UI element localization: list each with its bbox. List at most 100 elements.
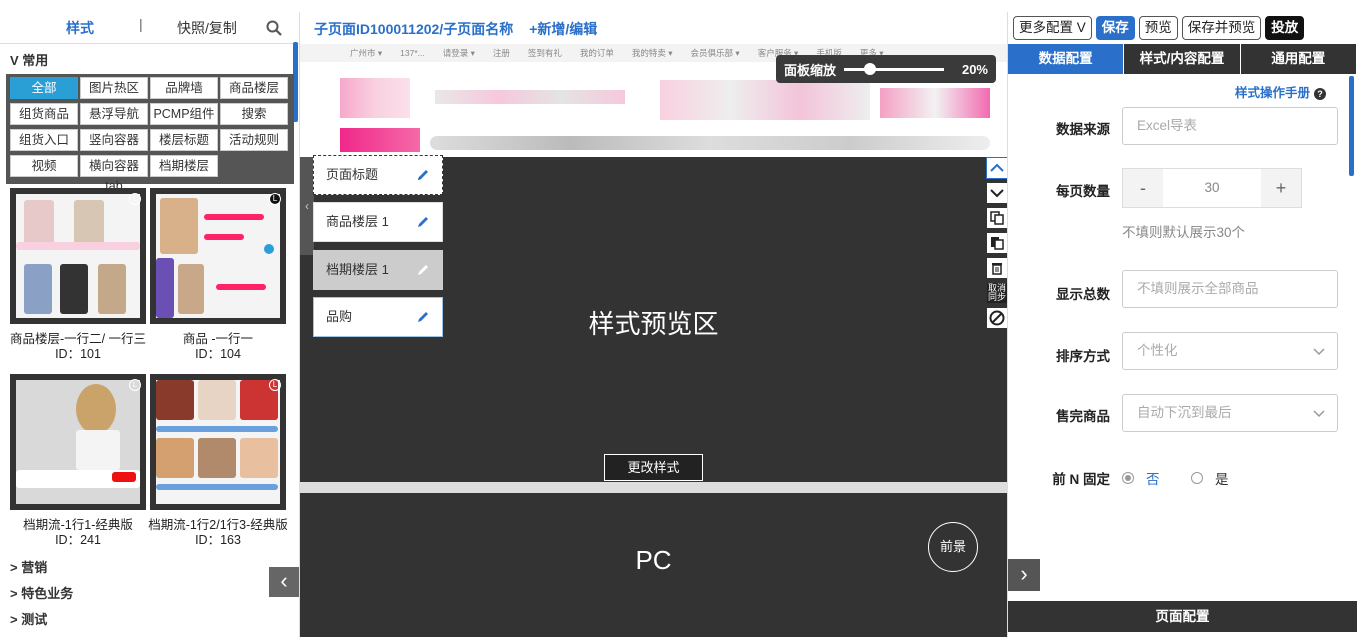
save-preview-button[interactable]: 保存并预览 <box>1181 16 1262 40</box>
grid-btn-float-nav[interactable]: 悬浮导航 <box>80 103 148 125</box>
publish-button[interactable]: 投放 <box>1265 16 1305 40</box>
panel-zoom-slider[interactable]: 面板缩放 20% <box>776 55 996 83</box>
layer-item-selected[interactable]: 档期楼层 1 <box>313 250 443 290</box>
tab-style[interactable]: 样式 <box>66 18 94 38</box>
grid-btn-video[interactable]: 视频 <box>10 155 78 177</box>
expand-right-button[interactable]: › <box>1008 559 1040 591</box>
cancel-sync-button[interactable]: 取消同步 <box>986 282 1008 304</box>
disable-button[interactable] <box>986 307 1008 329</box>
subpage-title[interactable]: 子页面ID100011202/子页面名称 <box>314 21 513 37</box>
move-down-button[interactable] <box>986 182 1008 204</box>
data-source-label: 数据来源 <box>1056 122 1110 137</box>
data-source-input[interactable]: Excel导表 <box>1122 107 1338 145</box>
save-button[interactable]: 保存 <box>1095 16 1135 40</box>
left-panel: 样式 | 快照/复制 V 常用 全部 图片热区 品牌墙 商品楼层 组货商品 悬浮… <box>0 12 300 637</box>
radio-yes[interactable]: 是 <box>1191 468 1229 488</box>
blurred-logo <box>340 128 420 152</box>
grid-btn-horizontal-tab[interactable]: 横向容器tab <box>80 155 148 193</box>
copy-icon <box>990 211 1004 225</box>
per-page-value[interactable]: 30 <box>1163 169 1261 207</box>
thumbnail-card[interactable]: L <box>10 188 146 324</box>
tab-data-config[interactable]: 数据配置 <box>1008 44 1125 74</box>
move-up-button[interactable] <box>986 157 1008 179</box>
layer-item[interactable]: 品购 <box>313 297 443 337</box>
style-manual-link[interactable]: 样式操作手册? <box>1235 82 1327 101</box>
tab-snapshot-copy[interactable]: 快照/复制 <box>177 18 237 38</box>
grid-btn-product-floor[interactable]: 商品楼层 <box>220 77 288 99</box>
thumbnail-card[interactable]: L <box>10 374 146 510</box>
chevron-down-icon <box>1313 348 1325 356</box>
foreground-button[interactable]: 前景 <box>928 522 978 572</box>
thumbnail-card[interactable]: L <box>150 188 286 324</box>
paste-button[interactable] <box>986 232 1008 254</box>
grid-btn-sale-floor[interactable]: 档期楼层 <box>150 155 218 177</box>
search-icon[interactable] <box>266 20 282 36</box>
zoom-knob[interactable] <box>864 62 877 75</box>
chevron-up-icon <box>990 163 1004 172</box>
thumbnail-name: 档期流-1行1-经典版 <box>23 518 133 532</box>
blurred-banner <box>880 88 990 118</box>
navbar-item: 签到有礼 <box>527 48 562 58</box>
blurred-logo <box>340 78 410 118</box>
delete-button[interactable] <box>986 257 1008 279</box>
blurred-banner <box>435 90 625 104</box>
sort-select[interactable]: 个性化 <box>1122 332 1338 370</box>
thumbnail-name: 商品楼层-一行二/ 一行三 <box>9 332 147 346</box>
right-scrollbar[interactable] <box>1349 76 1354 176</box>
category-test[interactable]: > 测试 <box>10 609 47 628</box>
divider <box>300 482 1007 493</box>
navbar-item: 广州市 ▾ <box>350 48 383 58</box>
help-icon: ? <box>1314 88 1327 100</box>
layer-item[interactable]: 商品楼层 1 <box>313 202 443 242</box>
layer-label: 品购 <box>326 309 353 324</box>
total-count-input[interactable]: 不填则展示全部商品 <box>1122 270 1338 308</box>
page-config-footer[interactable]: 页面配置 <box>1008 601 1357 632</box>
radio-yes-label: 是 <box>1215 472 1229 487</box>
change-style-button[interactable]: 更改样式 <box>604 454 703 481</box>
trash-icon <box>992 263 1002 275</box>
grid-btn-group-entry[interactable]: 组货入口 <box>10 129 78 151</box>
pencil-icon[interactable] <box>416 215 430 229</box>
copy-button[interactable] <box>986 207 1008 229</box>
increment-button[interactable]: + <box>1261 169 1301 207</box>
thumbnail-card[interactable]: L <box>150 374 286 510</box>
grid-btn-pcmp[interactable]: PCMP组件 <box>150 103 218 125</box>
add-edit-link[interactable]: +新增/编辑 <box>529 21 597 37</box>
thumbnail-label: 商品楼层-一行二/ 一行三 ID：101 <box>5 332 151 362</box>
paste-icon <box>991 237 1004 250</box>
thumbnail-label: 商品 -一行一 ID：104 <box>145 332 291 362</box>
grid-btn-all[interactable]: 全部 <box>10 77 78 99</box>
tab-general-config[interactable]: 通用配置 <box>1240 44 1357 74</box>
category-common[interactable]: V 常用 <box>10 50 48 69</box>
chevron-down-icon <box>990 189 1004 198</box>
grid-btn-vertical-tab[interactable]: 竖向容器tab <box>80 129 148 167</box>
radio-no[interactable]: 否 <box>1122 468 1160 488</box>
category-special-business[interactable]: > 特色业务 <box>10 583 73 602</box>
grid-btn-group-product[interactable]: 组货商品 <box>10 103 78 125</box>
tab-style-content-config[interactable]: 样式/内容配置 <box>1124 44 1241 74</box>
thumbnail-id: ID：101 <box>55 347 101 361</box>
right-toolbar: 更多配置 V 保存 预览 保存并预览 投放 <box>1013 16 1305 40</box>
radio-dot <box>1191 472 1203 484</box>
pencil-icon[interactable] <box>416 263 430 277</box>
collapse-left-button[interactable]: ‹ <box>269 567 299 597</box>
layer-panel-handle[interactable]: ‹ <box>300 157 314 255</box>
grid-btn-hotspot[interactable]: 图片热区 <box>80 77 148 99</box>
pencil-icon[interactable] <box>416 168 430 182</box>
grid-btn-activity-rules[interactable]: 活动规则 <box>220 129 288 151</box>
zoom-track[interactable] <box>844 62 945 75</box>
grid-btn-floor-title[interactable]: 楼层标题 <box>150 129 218 151</box>
category-marketing[interactable]: > 营销 <box>10 557 47 576</box>
grid-btn-search[interactable]: 搜索 <box>220 103 288 125</box>
more-config-button[interactable]: 更多配置 V <box>1013 16 1092 40</box>
pencil-icon[interactable] <box>416 310 430 324</box>
sort-label: 排序方式 <box>1056 349 1110 364</box>
center-canvas: 子页面ID100011202/子页面名称 +新增/编辑 广州市 ▾ 137*...… <box>300 12 1008 637</box>
layer-item[interactable]: 页面标题 <box>313 155 443 195</box>
thumbnail-image <box>16 194 140 318</box>
preview-button[interactable]: 预览 <box>1138 16 1178 40</box>
thumbnail-id: ID：104 <box>195 347 241 361</box>
sold-out-select[interactable]: 自动下沉到最后 <box>1122 394 1338 432</box>
decrement-button[interactable]: - <box>1123 169 1163 207</box>
grid-btn-brand-wall[interactable]: 品牌墙 <box>150 77 218 99</box>
